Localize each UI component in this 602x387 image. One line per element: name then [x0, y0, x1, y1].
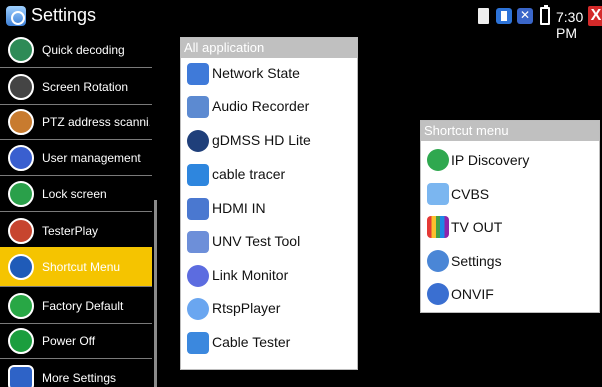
settings-sidebar: Quick decoding Screen Rotation PTZ addre…: [0, 32, 152, 387]
sidebar-item-power-off[interactable]: Power Off: [0, 323, 152, 359]
sidebar-item-label: More Settings: [42, 371, 117, 385]
sidebar-item-more-settings[interactable]: More Settings: [0, 360, 152, 387]
sidebar-item-label: User management: [42, 151, 141, 165]
quick-decoding-icon: [8, 37, 34, 63]
app-item-label: RtspPlayer: [212, 300, 281, 316]
factory-default-icon: [8, 293, 34, 319]
close-button[interactable]: X: [588, 6, 602, 26]
app-item-rtsp-player[interactable]: RtspPlayer: [185, 295, 355, 325]
lock-icon: [8, 181, 34, 207]
sidebar-item-label: Power Off: [42, 334, 96, 348]
audio-recorder-icon: [187, 96, 209, 118]
screen-rotation-icon: [8, 74, 34, 100]
user-icon: [8, 145, 34, 171]
shortcut-item-settings[interactable]: Settings: [427, 246, 597, 278]
app-item-audio-recorder[interactable]: Audio Recorder: [185, 93, 355, 123]
app-item-gdmss[interactable]: gDMSS HD Lite: [185, 127, 355, 157]
cable-tracer-icon: [187, 164, 209, 186]
shortcut-icon: [8, 254, 34, 280]
app-item-label: UNV Test Tool: [212, 233, 301, 249]
shortcut-item-ip-discovery[interactable]: IP Discovery: [427, 145, 597, 177]
app-item-unv-test-tool[interactable]: UNV Test Tool: [185, 228, 355, 258]
battery-icon: [540, 5, 550, 25]
sd-card-icon: [478, 8, 489, 24]
ptz-icon: [8, 109, 34, 135]
app-item-cable-tester[interactable]: Cable Tester: [185, 329, 355, 359]
sidebar-item-label: Quick decoding: [42, 43, 125, 57]
cable-tester-icon: [187, 332, 209, 354]
tv-out-icon: [427, 216, 449, 238]
power-icon: [8, 328, 34, 354]
sidebar-item-label: PTZ address scanni...: [42, 115, 150, 129]
app-item-label: Audio Recorder: [212, 98, 310, 114]
sidebar-item-lock-screen[interactable]: Lock screen: [0, 176, 152, 212]
sidebar-item-user-management[interactable]: User management: [0, 140, 152, 176]
app-item-link-monitor[interactable]: Link Monitor: [185, 262, 355, 292]
hdmi-icon: [187, 198, 209, 220]
settings-app-icon: [6, 6, 26, 26]
app-item-label: Cable Tester: [212, 334, 291, 350]
cvbs-icon: [427, 183, 449, 205]
notification-icon: [496, 8, 512, 24]
app-item-label: HDMI IN: [212, 200, 266, 216]
panel-header: All application: [181, 38, 357, 58]
link-monitor-icon: [187, 265, 209, 287]
ip-discovery-icon: [427, 149, 449, 171]
shortcut-item-label: CVBS: [451, 186, 490, 202]
app-item-hdmi-in[interactable]: HDMI IN: [185, 195, 355, 225]
shortcut-menu-panel: Shortcut menu IP Discovery CVBS TV OUT S…: [420, 120, 600, 313]
app-item-label: Network State: [212, 65, 300, 81]
sidebar-item-quick-decoding[interactable]: Quick decoding: [0, 32, 152, 68]
sidebar-item-label: Lock screen: [42, 187, 107, 201]
more-settings-icon: [8, 365, 34, 387]
sidebar-item-label: Shortcut Menu: [42, 260, 121, 274]
app-item-label: gDMSS HD Lite: [212, 132, 311, 148]
shortcut-item-label: Settings: [451, 253, 502, 269]
sidebar-item-tester-play[interactable]: TesterPlay: [0, 213, 152, 249]
sidebar-item-shortcut-menu[interactable]: Shortcut Menu: [0, 247, 152, 287]
shortcut-item-cvbs[interactable]: CVBS: [427, 179, 597, 211]
settings-icon: [427, 250, 449, 272]
panel-header: Shortcut menu: [421, 121, 599, 141]
shortcut-item-label: TV OUT: [451, 219, 503, 235]
rtsp-player-icon: [187, 298, 209, 320]
app-item-network-state[interactable]: Network State: [185, 60, 355, 90]
app-item-label: cable tracer: [212, 166, 286, 182]
4g-icon: [187, 63, 209, 85]
sidebar-item-label: Screen Rotation: [42, 80, 129, 94]
gdmss-icon: [187, 130, 209, 152]
sidebar-item-ptz-address[interactable]: PTZ address scanni...: [0, 104, 152, 140]
sidebar-item-label: Factory Default: [42, 299, 124, 313]
all-application-panel: All application Network State Audio Reco…: [180, 37, 358, 370]
unv-icon: [187, 231, 209, 253]
onvif-icon: [427, 283, 449, 305]
shortcut-item-tv-out[interactable]: TV OUT: [427, 212, 597, 244]
tester-play-icon: [8, 218, 34, 244]
shortcut-item-onvif[interactable]: ONVIF: [427, 279, 597, 311]
sidebar-item-label: TesterPlay: [42, 224, 99, 238]
sidebar-item-factory-default[interactable]: Factory Default: [0, 288, 152, 324]
shortcut-item-label: ONVIF: [451, 286, 494, 302]
usb-icon: [517, 8, 533, 24]
app-title: Settings: [31, 5, 97, 25]
sidebar-item-screen-rotation[interactable]: Screen Rotation: [0, 69, 152, 105]
status-bar: Settings 7:30 PM X: [0, 0, 602, 41]
shortcut-item-label: IP Discovery: [451, 152, 530, 168]
app-item-label: Link Monitor: [212, 267, 289, 283]
app-item-cable-tracer[interactable]: cable tracer: [185, 161, 355, 191]
sidebar-scrollbar[interactable]: [154, 200, 157, 387]
